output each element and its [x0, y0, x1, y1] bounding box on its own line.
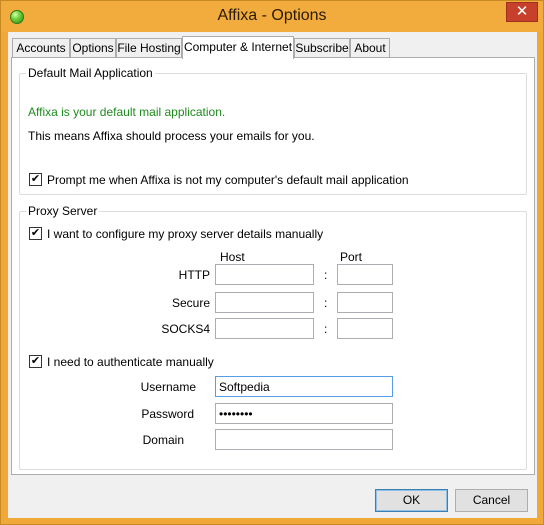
secure-host-input[interactable]: [215, 292, 314, 313]
http-label: HTTP: [178, 268, 210, 282]
prompt-checkbox[interactable]: ✔: [29, 173, 42, 186]
secure-label: Secure: [171, 296, 210, 310]
http-port-input[interactable]: [337, 264, 393, 285]
button-bar: OK Cancel: [8, 481, 537, 518]
dialog-client: Accounts Options File Hosting Computer &…: [8, 32, 537, 518]
tab-accounts[interactable]: Accounts: [12, 38, 70, 58]
ok-button[interactable]: OK: [375, 489, 448, 512]
tab-about[interactable]: About: [350, 38, 390, 58]
default-mail-legend: Default Mail Application: [26, 66, 155, 80]
default-mail-info: This means Affixa should process your em…: [28, 129, 315, 143]
default-mail-status: Affixa is your default mail application.: [28, 105, 226, 119]
window-title: Affixa - Options: [217, 7, 327, 24]
domain-input[interactable]: [215, 429, 393, 450]
secure-port-input[interactable]: [337, 292, 393, 313]
port-column-header: Port: [340, 250, 363, 264]
tab-file-hosting[interactable]: File Hosting: [116, 38, 182, 58]
tab-options[interactable]: Options: [70, 38, 116, 58]
cancel-button[interactable]: Cancel: [455, 489, 528, 512]
prompt-checkbox-label[interactable]: Prompt me when Affixa is not my computer…: [47, 173, 409, 187]
username-label: Username: [140, 380, 196, 394]
host-column-header: Host: [220, 250, 245, 264]
title-bar[interactable]: Affixa - Options ✕: [1, 1, 543, 32]
http-host-input[interactable]: [215, 264, 314, 285]
tab-panel-computer-internet: Default Mail Application Affixa is your …: [11, 57, 535, 475]
proxy-server-group: Proxy Server ✔ I want to configure my pr…: [19, 204, 527, 470]
http-separator: :: [324, 268, 328, 282]
tab-computer-internet[interactable]: Computer & Internet: [182, 36, 294, 59]
username-input[interactable]: [215, 376, 393, 397]
socks4-separator: :: [324, 322, 328, 336]
proxy-manual-checkbox[interactable]: ✔: [29, 227, 42, 240]
tab-subscribe[interactable]: Subscribe: [294, 38, 350, 58]
password-input[interactable]: [215, 403, 393, 424]
proxy-manual-label[interactable]: I want to configure my proxy server deta…: [47, 227, 323, 241]
authenticate-checkbox[interactable]: ✔: [29, 355, 42, 368]
domain-label: Domain: [142, 433, 184, 447]
socks4-label: SOCKS4: [161, 322, 210, 336]
socks4-host-input[interactable]: [215, 318, 314, 339]
options-window: Affixa - Options ✕ Accounts Options File…: [0, 0, 544, 525]
default-mail-group: Default Mail Application Affixa is your …: [19, 66, 527, 195]
proxy-server-legend: Proxy Server: [26, 204, 100, 218]
socks4-port-input[interactable]: [337, 318, 393, 339]
secure-separator: :: [324, 296, 328, 310]
close-button[interactable]: ✕: [506, 2, 538, 22]
authenticate-label[interactable]: I need to authenticate manually: [47, 355, 214, 369]
password-label: Password: [141, 407, 194, 421]
